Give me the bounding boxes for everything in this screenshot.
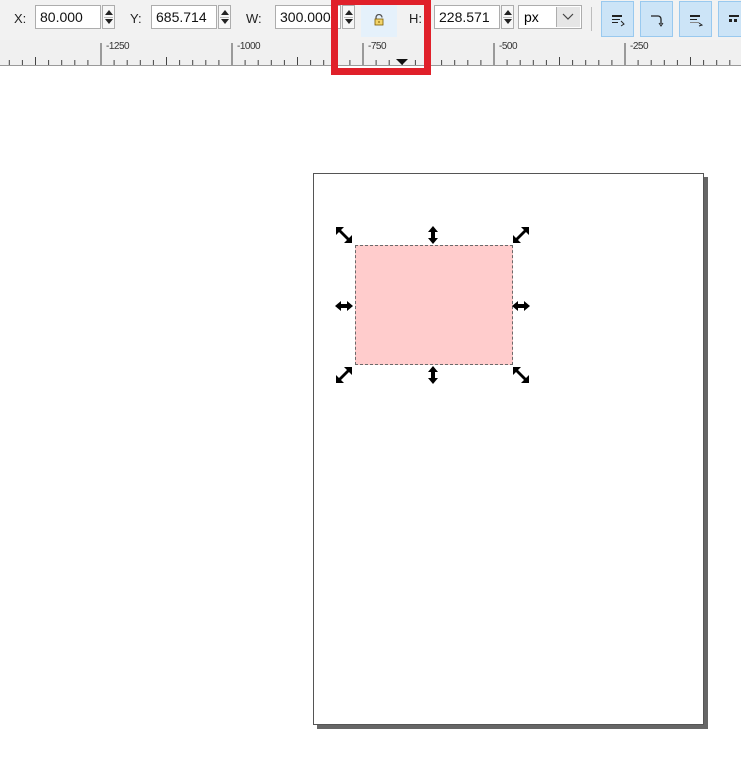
unit-select[interactable]: px <box>518 5 582 29</box>
move-gradients-icon <box>690 15 703 27</box>
scale-handle-right-icon[interactable] <box>511 296 531 316</box>
move-gradients-button[interactable] <box>679 1 712 37</box>
x-spinner[interactable] <box>102 5 115 29</box>
scale-handle-bottom-icon[interactable] <box>423 365 443 385</box>
ruler-label-250: -250 <box>630 41 649 52</box>
toolbar-separator <box>591 7 592 31</box>
scale-stroke-icon <box>612 15 625 27</box>
scale-corners-icon <box>651 15 664 27</box>
scale-stroke-button[interactable] <box>601 1 634 37</box>
move-patterns-button[interactable] <box>718 1 741 37</box>
y-field[interactable]: 685.714 <box>151 5 217 29</box>
scale-handle-bottom-left-icon[interactable] <box>334 365 354 385</box>
w-label: W: <box>246 11 262 26</box>
highlight-box <box>331 0 431 75</box>
x-label: X: <box>14 11 27 26</box>
unit-value: px <box>524 9 539 25</box>
y-label: Y: <box>130 11 142 26</box>
scale-corners-button[interactable] <box>640 1 673 37</box>
scale-handle-top-icon[interactable] <box>423 225 443 245</box>
y-spinner[interactable] <box>218 5 231 29</box>
ruler-label-1000: -1000 <box>237 41 261 52</box>
ruler-label-500: -500 <box>499 41 518 52</box>
scale-handle-bottom-right-icon[interactable] <box>511 365 531 385</box>
move-patterns-icon <box>729 15 739 22</box>
selected-rectangle[interactable] <box>355 245 513 365</box>
h-spinner[interactable] <box>501 5 514 29</box>
h-field[interactable]: 228.571 <box>434 5 500 29</box>
x-field[interactable]: 80.000 <box>35 5 101 29</box>
scale-handle-top-left-icon[interactable] <box>334 225 354 245</box>
chevron-down-icon[interactable] <box>556 7 580 27</box>
ruler-label-1250: -1250 <box>106 41 130 52</box>
scale-handle-top-right-icon[interactable] <box>511 225 531 245</box>
scale-handle-left-icon[interactable] <box>334 296 354 316</box>
